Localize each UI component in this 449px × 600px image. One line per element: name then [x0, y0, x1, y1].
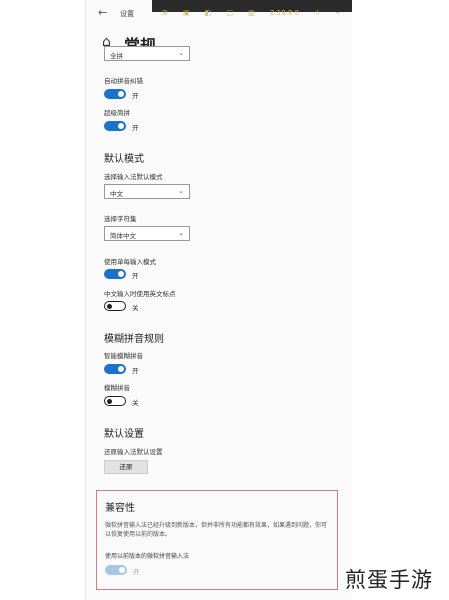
- title-bar: ← 设置 ⊞ ▣ ◧ □ ▥ 2:19:8 0 ☼ ⌁: [86, 0, 352, 26]
- smart-fuzzy-toggle[interactable]: [104, 364, 126, 374]
- single-mode-label: 使用单每输入模式: [104, 258, 156, 266]
- single-mode-toggle[interactable]: [104, 269, 126, 279]
- cn-punct-state: 关: [132, 304, 139, 312]
- tray-icon-6[interactable]: ☼: [314, 9, 320, 17]
- super-pinyin-toggle[interactable]: [104, 121, 126, 131]
- smart-fuzzy-label: 智能模糊拼音: [104, 352, 143, 360]
- pinyin-scheme-value: 全拼: [110, 52, 123, 60]
- auto-pinyin-state: 开: [132, 92, 139, 100]
- system-tray: ⊞ ▣ ◧ □ ▥ 2:19:8 0 ☼ ⌁: [152, 0, 352, 17]
- super-pinyin-state: 开: [132, 124, 139, 132]
- input-mode-label: 选择输入法默认模式: [104, 173, 163, 181]
- settings-window: ← 设置 ⊞ ▣ ◧ □ ▥ 2:19:8 0 ☼ ⌁ ⌂ 常规 全拼 ⌄ 自动…: [85, 0, 352, 600]
- chevron-down-icon: ⌄: [178, 49, 184, 57]
- cn-punct-toggle[interactable]: [104, 301, 126, 311]
- compat-heading: 兼容性: [105, 503, 135, 514]
- smart-fuzzy-state: 开: [132, 367, 139, 375]
- fuzzy-pinyin-label: 模糊拼音: [104, 384, 130, 392]
- window-title: 设置: [120, 10, 134, 18]
- tray-icon-3[interactable]: ◧: [205, 9, 212, 17]
- tray-icon-5[interactable]: ▥: [248, 9, 255, 17]
- charset-dropdown[interactable]: 简体中文 ⌄: [104, 226, 190, 241]
- compat-description: 微软拼音输入法已经升级到新版本，但并非所有功能都有效果，如果遇到问题，你可以恢复…: [105, 522, 328, 538]
- input-mode-value: 中文: [110, 190, 123, 198]
- fuzzy-pinyin-state: 关: [132, 399, 139, 407]
- auto-pinyin-toggle[interactable]: [104, 89, 126, 99]
- defaults-heading: 默认设置: [104, 429, 144, 440]
- fuzzy-pinyin-toggle[interactable]: [104, 396, 126, 406]
- tray-clock: 2:19:8 0: [269, 9, 300, 17]
- watermark: 煎蛋手游: [345, 568, 433, 592]
- auto-pinyin-label: 自动拼音纠错: [104, 77, 143, 85]
- fuzzy-heading: 模糊拼音规则: [104, 334, 164, 345]
- single-mode-state: 开: [132, 272, 139, 280]
- back-arrow-icon[interactable]: ←: [98, 6, 107, 19]
- blank-margin: [0, 0, 82, 600]
- compat-state: 开: [133, 568, 140, 576]
- default-mode-heading: 默认模式: [104, 154, 144, 165]
- super-pinyin-label: 超级简拼: [104, 109, 130, 117]
- tray-icon-4[interactable]: □: [226, 9, 233, 17]
- charset-label: 选择字符集: [104, 215, 137, 223]
- tray-icon-1[interactable]: ⊞: [162, 9, 168, 17]
- chevron-down-icon: ⌄: [178, 229, 184, 237]
- cn-punct-label: 中文输入时使用英文标点: [104, 290, 176, 298]
- compat-option-label: 使用以前版本的微软拼音输入法: [105, 553, 190, 560]
- pinyin-scheme-dropdown[interactable]: 全拼 ⌄: [104, 46, 190, 61]
- restore-label: 还原输入法默认设置: [104, 448, 163, 456]
- compat-toggle[interactable]: [105, 565, 127, 575]
- restore-button[interactable]: 还原: [104, 460, 148, 474]
- compatibility-panel: 兼容性 微软拼音输入法已经升级到新版本，但并非所有功能都有效果，如果遇到问题，你…: [96, 490, 338, 590]
- chevron-down-icon: ⌄: [178, 187, 184, 195]
- tray-icon-7[interactable]: ⌁: [336, 9, 340, 17]
- charset-value: 简体中文: [110, 232, 136, 240]
- input-mode-dropdown[interactable]: 中文 ⌄: [104, 184, 190, 199]
- tray-icon-2[interactable]: ▣: [183, 9, 190, 17]
